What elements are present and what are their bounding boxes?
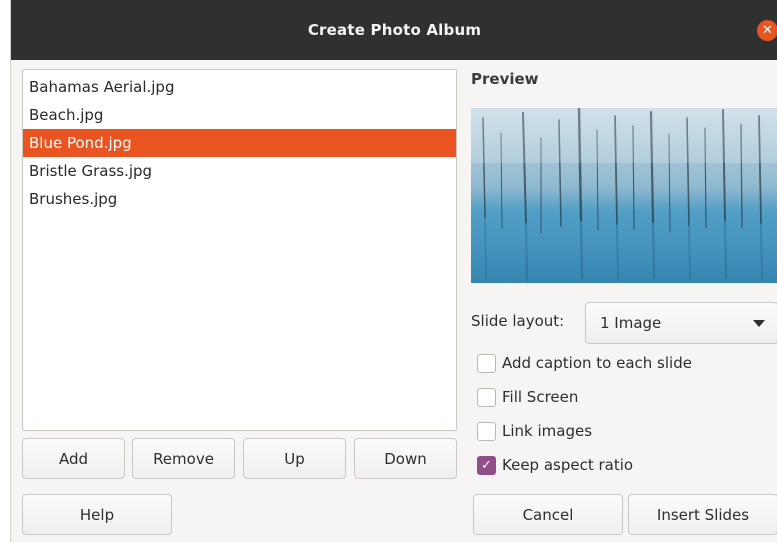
list-item[interactable]: Brushes.jpg [23, 185, 456, 213]
close-icon[interactable]: ✕ [757, 20, 777, 41]
list-item[interactable]: Bahamas Aerial.jpg [23, 73, 456, 101]
list-item-selected[interactable]: Blue Pond.jpg [23, 129, 456, 157]
keep-aspect-label: Keep aspect ratio [502, 456, 634, 474]
fill-screen-checkbox-row[interactable]: Fill Screen [477, 386, 578, 408]
link-images-label: Link images [502, 422, 593, 440]
chevron-down-icon [753, 320, 765, 327]
keep-aspect-checkbox[interactable]: ✓ [477, 455, 496, 475]
up-button[interactable]: Up [243, 438, 346, 479]
help-button[interactable]: Help [22, 494, 172, 535]
titlebar: Create Photo Album ✕ [11, 0, 777, 60]
cancel-button[interactable]: Cancel [473, 494, 623, 535]
link-images-checkbox-row[interactable]: Link images [477, 420, 592, 442]
insert-slides-button[interactable]: Insert Slides [628, 494, 777, 535]
slide-layout-dropdown[interactable]: 1 Image [585, 302, 777, 344]
keep-aspect-checkbox-row[interactable]: ✓ Keep aspect ratio [477, 454, 633, 476]
add-button[interactable]: Add [22, 438, 125, 479]
fill-screen-label: Fill Screen [502, 388, 579, 406]
preview-image [471, 108, 777, 283]
list-item[interactable]: Beach.jpg [23, 101, 456, 129]
slide-layout-label: Slide layout: [471, 312, 565, 330]
create-photo-album-dialog: Create Photo Album ✕ Bahamas Aerial.jpg … [10, 0, 777, 542]
dialog-title: Create Photo Album [307, 21, 482, 39]
caption-checkbox[interactable] [477, 353, 496, 373]
remove-button[interactable]: Remove [132, 438, 235, 479]
list-item[interactable]: Bristle Grass.jpg [23, 157, 456, 185]
caption-checkbox-row[interactable]: Add caption to each slide [477, 352, 692, 374]
down-button[interactable]: Down [354, 438, 457, 479]
fill-screen-checkbox[interactable] [477, 387, 496, 407]
link-images-checkbox[interactable] [477, 421, 496, 441]
caption-label: Add caption to each slide [502, 354, 692, 372]
file-list[interactable]: Bahamas Aerial.jpg Beach.jpg Blue Pond.j… [22, 69, 457, 431]
slide-layout-value: 1 Image [600, 314, 662, 332]
preview-label: Preview [471, 70, 539, 88]
